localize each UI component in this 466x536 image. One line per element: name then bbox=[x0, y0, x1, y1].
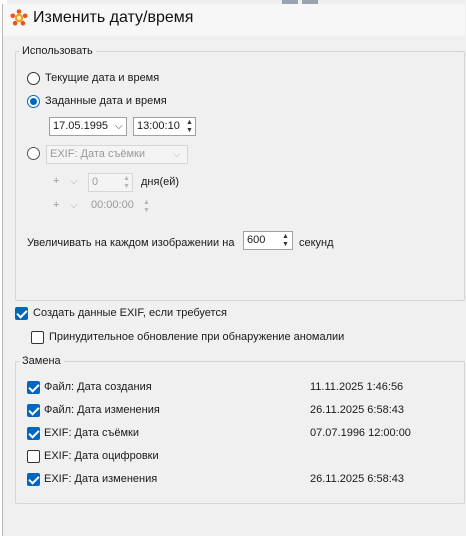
spin-down-icon[interactable]: ▼ bbox=[184, 127, 195, 135]
date-value: 17.05.1995 bbox=[53, 120, 109, 132]
time-spinner[interactable]: ▲ ▼ bbox=[184, 119, 195, 135]
replace-exif-taken-checkbox[interactable] bbox=[27, 427, 40, 440]
spin-down-icon[interactable]: ▼ bbox=[280, 241, 291, 249]
replace-item-label[interactable]: Файл: Дата изменения bbox=[44, 404, 160, 416]
spin-down-icon[interactable]: ▼ bbox=[121, 183, 132, 191]
time-sign-chevron-icon: ⌵ bbox=[70, 200, 78, 211]
increment-spinner[interactable]: ▲ ▼ bbox=[280, 233, 291, 249]
offset-time-value: 00:00:00 bbox=[91, 199, 134, 211]
increment-value: 600 bbox=[247, 234, 266, 246]
offset-time-spinner[interactable]: ▲ ▼ bbox=[141, 199, 152, 215]
force-update-checkbox[interactable] bbox=[31, 331, 44, 344]
days-label: дня(ей) bbox=[141, 176, 180, 188]
replace-item-label[interactable]: EXIF: Дата изменения bbox=[44, 473, 157, 485]
replace-item-value: 26.11.2025 6:58:43 bbox=[310, 404, 404, 416]
spin-up-icon[interactable]: ▲ bbox=[184, 119, 195, 127]
replace-exif-digitized-checkbox[interactable] bbox=[27, 450, 40, 463]
create-exif-label[interactable]: Создать данные EXIF, если требуется bbox=[33, 307, 227, 319]
specified-datetime-label[interactable]: Заданные дата и время bbox=[45, 95, 167, 107]
replace-item-label[interactable]: EXIF: Дата оцифровки bbox=[44, 450, 159, 462]
days-sign-value: + bbox=[53, 175, 60, 187]
current-datetime-label[interactable]: Текущие дата и время bbox=[45, 72, 159, 84]
specified-datetime-radio[interactable] bbox=[27, 95, 40, 108]
exif-datetime-radio[interactable] bbox=[27, 147, 40, 160]
increment-unit: секунд bbox=[299, 237, 334, 249]
days-sign-chevron-icon: ⌵ bbox=[70, 176, 78, 187]
time-value: 13:00:10 bbox=[137, 120, 180, 132]
use-group-legend: Использовать bbox=[19, 45, 96, 57]
replace-item-label[interactable]: Файл: Дата создания bbox=[44, 381, 152, 393]
replace-item-value: 07.07.1996 12:00:00 bbox=[310, 427, 411, 439]
window-title: Изменить дату/время bbox=[33, 9, 194, 26]
replace-file-modified-checkbox[interactable] bbox=[27, 404, 40, 417]
replace-item-label[interactable]: EXIF: Дата съёмки bbox=[44, 427, 139, 439]
time-sign-value: + bbox=[53, 199, 60, 211]
days-value: 0 bbox=[92, 176, 99, 188]
replace-exif-modified-checkbox[interactable] bbox=[27, 473, 40, 486]
app-logo-icon bbox=[10, 9, 28, 26]
spin-down-icon[interactable]: ▼ bbox=[141, 207, 152, 215]
force-update-label[interactable]: Принудительное обновление при обнаружени… bbox=[49, 331, 344, 343]
time-sign-select[interactable]: + bbox=[50, 197, 84, 216]
exif-source-select[interactable]: EXIF: Дата съёмки bbox=[46, 145, 188, 164]
change-datetime-dialog: Изменить дату/время Использовать Текущие… bbox=[2, 4, 466, 536]
replace-item-value: 11.11.2025 1:46:56 bbox=[310, 381, 404, 393]
title-bar[interactable]: Изменить дату/время bbox=[3, 4, 465, 36]
exif-source-value: EXIF: Дата съёмки bbox=[50, 148, 145, 160]
create-exif-checkbox[interactable] bbox=[15, 307, 28, 320]
days-spinner[interactable]: ▲ ▼ bbox=[121, 175, 132, 191]
replace-group-legend: Замена bbox=[19, 355, 64, 367]
days-sign-select[interactable]: + bbox=[50, 173, 84, 192]
date-picker-dropdown-icon[interactable]: ⌵ bbox=[114, 121, 124, 132]
exif-select-chevron-icon: ⌵ bbox=[173, 149, 181, 160]
spin-up-icon[interactable]: ▲ bbox=[121, 175, 132, 183]
spin-up-icon[interactable]: ▲ bbox=[280, 233, 291, 241]
replace-file-created-checkbox[interactable] bbox=[27, 381, 40, 394]
increment-label: Увеличивать на каждом изображении на bbox=[27, 237, 235, 249]
replace-item-value: 26.11.2025 6:58:43 bbox=[310, 473, 404, 485]
spin-up-icon[interactable]: ▲ bbox=[141, 199, 152, 207]
current-datetime-radio[interactable] bbox=[27, 72, 40, 85]
